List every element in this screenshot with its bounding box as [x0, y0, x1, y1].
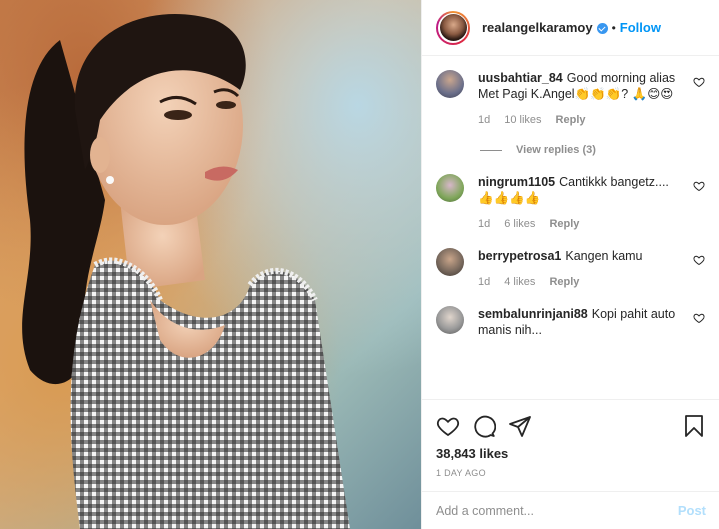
comment-age[interactable]: 1d: [478, 114, 490, 126]
comment-item: berrypetrosa1 Kangen kamu 1d 4 likes Repl…: [436, 248, 705, 288]
author-avatar-inner: [438, 12, 468, 43]
comment-body: uusbahtiar_84 Good morning alias Met Pagi…: [478, 70, 705, 126]
comment-meta: 1d 10 likes Reply: [478, 114, 681, 126]
comment-age[interactable]: 1d: [478, 276, 490, 288]
post-photo-illustration: [22, 14, 351, 529]
comment-likes[interactable]: 10 likes: [504, 114, 541, 126]
post-photo[interactable]: [0, 0, 421, 529]
view-replies-line: [480, 149, 502, 151]
reply-button[interactable]: Reply: [549, 218, 579, 230]
post-comment-button[interactable]: Post: [678, 503, 706, 518]
follow-button[interactable]: Follow: [620, 20, 661, 35]
comment-age[interactable]: 1d: [478, 218, 490, 230]
comment-text: sembalunrinjani88 Kopi pahit auto manis n…: [478, 306, 681, 338]
instagram-post: realangelkaramoy • Follow uusbahtiar_84 G…: [0, 0, 719, 529]
like-comment-heart-icon[interactable]: [693, 312, 705, 324]
comment-item: sembalunrinjani88 Kopi pahit auto manis n…: [436, 306, 705, 338]
verified-badge-icon: [596, 23, 608, 34]
header-separator: •: [611, 20, 616, 35]
add-comment-input[interactable]: [436, 503, 678, 518]
comment-text: berrypetrosa1 Kangen kamu: [478, 248, 681, 264]
commenter-username[interactable]: uusbahtiar_84: [478, 71, 563, 85]
reply-button[interactable]: Reply: [556, 114, 586, 126]
comment-item: uusbahtiar_84 Good morning alias Met Pagi…: [436, 70, 705, 126]
author-avatar-image: [439, 14, 467, 41]
reply-button[interactable]: Reply: [549, 276, 579, 288]
action-icons: [436, 408, 706, 444]
like-comment-heart-icon[interactable]: [693, 76, 705, 88]
post-timestamp[interactable]: 1 DAY AGO: [436, 468, 706, 478]
comment-icon[interactable]: [472, 414, 496, 438]
likes-count[interactable]: 38,843 likes: [436, 446, 706, 461]
post-side-panel: realangelkaramoy • Follow uusbahtiar_84 G…: [421, 0, 719, 529]
commenter-username[interactable]: ningrum1105: [478, 175, 555, 189]
comment-text: uusbahtiar_84 Good morning alias Met Pagi…: [478, 70, 681, 102]
add-comment-bar: Post: [422, 491, 719, 529]
comment-body: berrypetrosa1 Kangen kamu 1d 4 likes Repl…: [478, 248, 705, 288]
comment-body: sembalunrinjani88 Kopi pahit auto manis n…: [478, 306, 705, 338]
comments-list[interactable]: uusbahtiar_84 Good morning alias Met Pagi…: [422, 56, 719, 396]
comment-body: ningrum1105 Cantikkk bangetz....👍👍👍👍 1d 6…: [478, 174, 705, 230]
like-comment-heart-icon[interactable]: [693, 180, 705, 192]
comment-likes[interactable]: 6 likes: [504, 218, 535, 230]
post-actions: 38,843 likes 1 DAY AGO: [422, 399, 719, 478]
commenter-avatar[interactable]: [436, 248, 464, 276]
bookmark-icon[interactable]: [682, 414, 706, 438]
commenter-avatar[interactable]: [436, 70, 464, 98]
comment-message: Kangen kamu: [565, 249, 643, 263]
comment-likes[interactable]: 4 likes: [504, 276, 535, 288]
author-avatar[interactable]: [436, 10, 470, 45]
commenter-username[interactable]: sembalunrinjani88: [478, 307, 588, 321]
commenter-avatar[interactable]: [436, 174, 464, 202]
share-icon[interactable]: [508, 414, 532, 438]
commenter-username[interactable]: berrypetrosa1: [478, 249, 561, 263]
heart-icon[interactable]: [436, 414, 460, 438]
post-header: realangelkaramoy • Follow: [422, 0, 719, 56]
author-username[interactable]: realangelkaramoy: [482, 20, 593, 35]
comment-meta: 1d 6 likes Reply: [478, 218, 681, 230]
like-comment-heart-icon[interactable]: [693, 254, 705, 266]
comment-text: ningrum1105 Cantikkk bangetz....👍👍👍👍: [478, 174, 681, 206]
commenter-avatar[interactable]: [436, 306, 464, 334]
comment-meta: 1d 4 likes Reply: [478, 276, 681, 288]
view-replies-button[interactable]: View replies (3): [480, 144, 705, 156]
comment-item: ningrum1105 Cantikkk bangetz....👍👍👍👍 1d 6…: [436, 174, 705, 230]
view-replies-label: View replies (3): [516, 144, 596, 156]
